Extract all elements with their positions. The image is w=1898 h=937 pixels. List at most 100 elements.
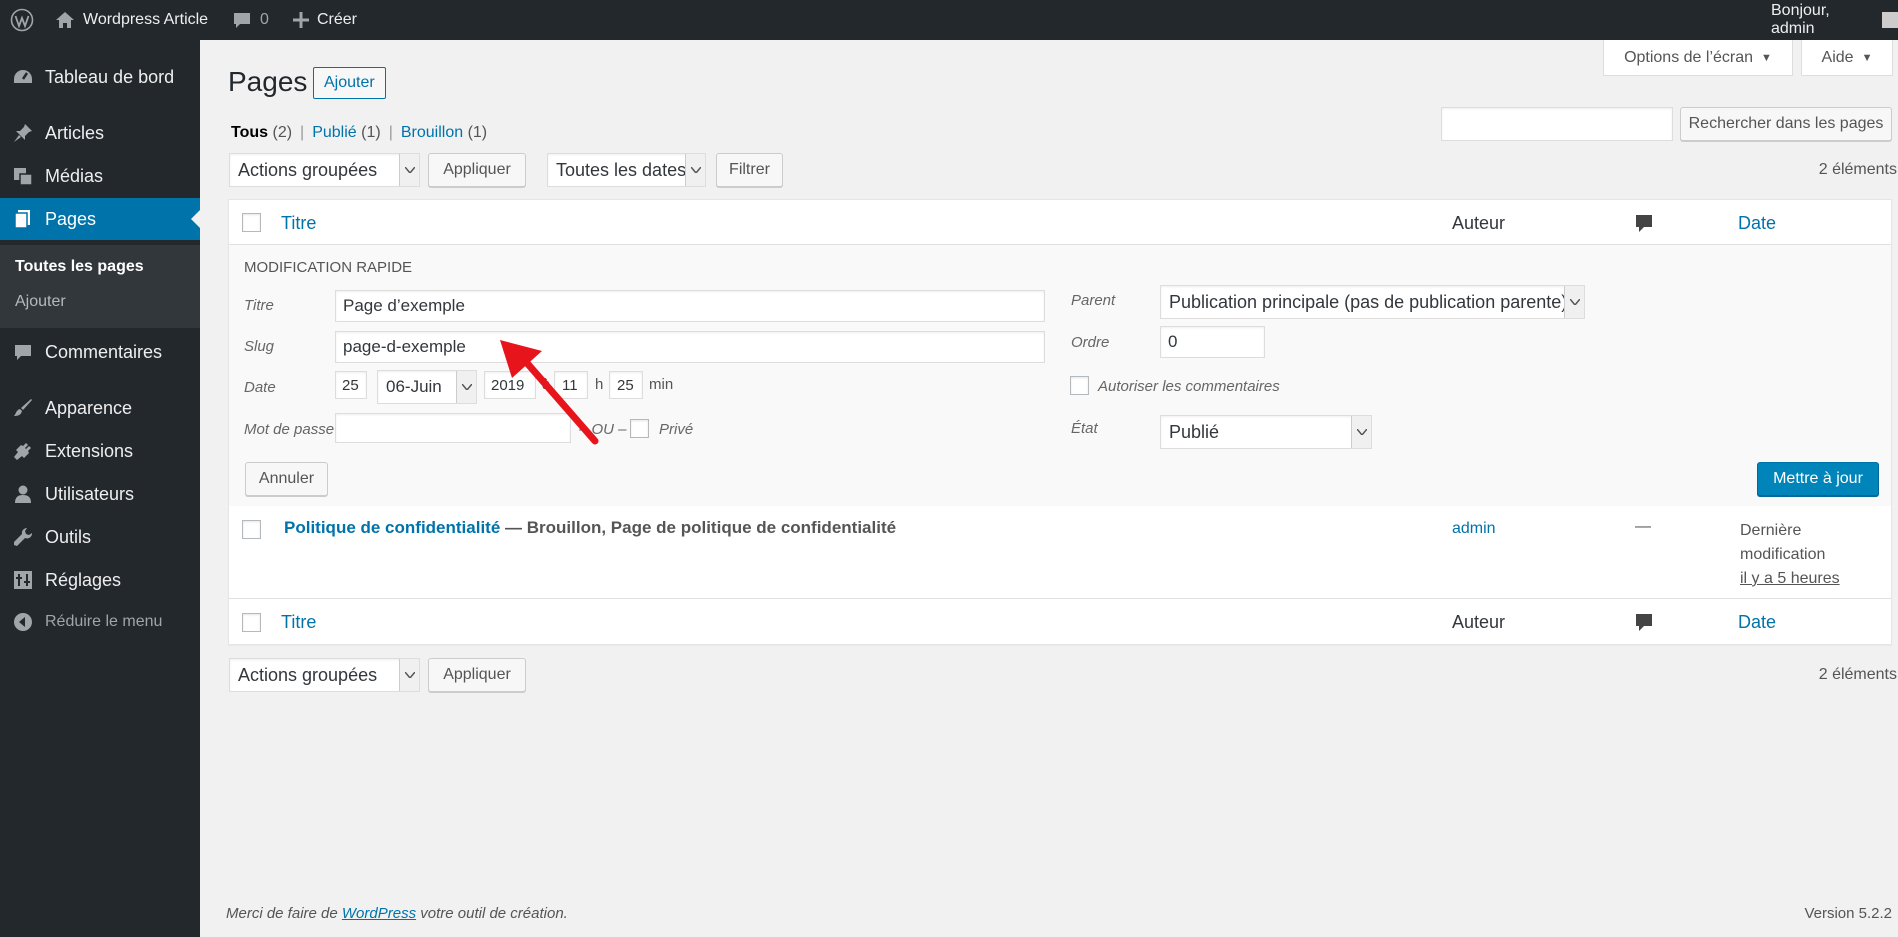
chevron-down-icon bbox=[685, 154, 705, 186]
menu-item-appearance[interactable]: Apparence bbox=[0, 387, 200, 429]
menu-label: Commentaires bbox=[45, 341, 163, 362]
apply-button-top[interactable]: Appliquer bbox=[428, 153, 526, 187]
title-input[interactable]: Page d’exemple bbox=[335, 290, 1045, 322]
avatar bbox=[1882, 12, 1898, 28]
pages-submenu: Toutes les pages Ajouter bbox=[0, 245, 200, 328]
update-button[interactable]: Mettre à jour bbox=[1757, 462, 1879, 496]
row-comments: — bbox=[1635, 518, 1651, 535]
submenu-add-page[interactable]: Ajouter bbox=[15, 293, 66, 311]
menu-item-settings[interactable]: Réglages bbox=[0, 559, 200, 601]
column-title-header[interactable]: Titre bbox=[281, 213, 316, 234]
status-select[interactable]: Publié bbox=[1160, 415, 1372, 449]
site-name: Wordpress Article bbox=[83, 11, 209, 28]
date-status-line1: Dernière bbox=[1740, 522, 1802, 539]
menu-item-tools[interactable]: Outils bbox=[0, 516, 200, 558]
month-select[interactable]: 06-Juin bbox=[377, 370, 477, 404]
admin-bar: Wordpress Article 0 Créer Bonjour, admin bbox=[0, 0, 1898, 40]
comments-count: 0 bbox=[260, 11, 269, 28]
date-relative: il y a 5 heures bbox=[1740, 570, 1840, 587]
row-author-link[interactable]: admin bbox=[1452, 520, 1496, 538]
slug-input[interactable]: page-d-exemple bbox=[335, 331, 1045, 363]
separator: | bbox=[300, 124, 305, 141]
menu-label: Médias bbox=[45, 165, 104, 186]
screen-options-button[interactable]: Options de l’écran ▼ bbox=[1603, 40, 1793, 76]
minute-input[interactable]: 25 bbox=[609, 371, 643, 399]
table-header-row: Titre Auteur Date bbox=[229, 200, 1891, 245]
new-content-link[interactable]: Créer bbox=[293, 0, 357, 40]
wordpress-link[interactable]: WordPress bbox=[342, 905, 416, 922]
add-new-page-button[interactable]: Ajouter bbox=[313, 67, 386, 99]
row-title-link[interactable]: Politique de confidentialité bbox=[284, 518, 500, 537]
bulk-actions-select-bottom[interactable]: Actions groupées bbox=[229, 658, 420, 692]
plugin-icon bbox=[0, 441, 45, 461]
quick-edit-panel: MODIFICATION RAPIDE Titre Page d’exemple… bbox=[229, 245, 1891, 506]
pages-table: Titre Auteur Date MODIFICATION RAPIDE Ti… bbox=[228, 199, 1892, 645]
column-date-header[interactable]: Date bbox=[1738, 213, 1776, 234]
help-button[interactable]: Aide ▼ bbox=[1801, 40, 1893, 76]
menu-label: Pages bbox=[45, 208, 97, 229]
chevron-down-icon bbox=[399, 659, 419, 691]
page-title: Pages bbox=[228, 66, 308, 97]
apply-button-bottom[interactable]: Appliquer bbox=[428, 658, 526, 692]
comment-icon bbox=[0, 342, 45, 362]
menu-label: Réglages bbox=[45, 569, 122, 590]
view-all-label: Tous bbox=[231, 124, 269, 141]
search-pages-button[interactable]: Rechercher dans les pages bbox=[1680, 107, 1892, 141]
private-checkbox[interactable] bbox=[630, 419, 649, 438]
table-row: Politique de confidentialité — Brouillon… bbox=[229, 506, 1891, 599]
parent-value: Publication principale (pas de publicati… bbox=[1169, 291, 1568, 312]
table-footer-row: Titre Auteur Date bbox=[229, 600, 1891, 645]
comments-link[interactable]: 0 bbox=[232, 0, 269, 40]
view-all[interactable]: Tous (2) bbox=[231, 124, 292, 142]
column-author-header: Auteur bbox=[1452, 213, 1506, 233]
submenu-all-pages[interactable]: Toutes les pages bbox=[15, 258, 144, 276]
row-checkbox[interactable] bbox=[242, 520, 261, 539]
bulk-actions-value: Actions groupées bbox=[238, 664, 378, 685]
plus-icon bbox=[293, 12, 309, 28]
comment-bubble-icon[interactable] bbox=[1635, 214, 1653, 239]
chevron-down-icon bbox=[399, 154, 419, 186]
site-home-link[interactable]: Wordpress Article bbox=[55, 0, 208, 40]
account-menu[interactable]: Bonjour, admin bbox=[1771, 0, 1898, 40]
parent-select[interactable]: Publication principale (pas de publicati… bbox=[1160, 285, 1585, 319]
menu-item-articles[interactable]: Articles bbox=[0, 112, 200, 154]
menu-label: Articles bbox=[45, 122, 105, 143]
order-input[interactable]: 0 bbox=[1160, 326, 1265, 358]
menu-label: Utilisateurs bbox=[45, 483, 135, 504]
view-drafts-label: Brouillon bbox=[400, 124, 464, 141]
select-all-checkbox[interactable] bbox=[242, 213, 261, 232]
menu-item-medias[interactable]: Médias bbox=[0, 155, 200, 197]
allow-comments-checkbox[interactable] bbox=[1070, 376, 1089, 395]
separator: | bbox=[388, 124, 393, 141]
view-drafts[interactable]: Brouillon (1) bbox=[401, 124, 487, 142]
menu-item-comments[interactable]: Commentaires bbox=[0, 331, 200, 373]
cancel-button[interactable]: Annuler bbox=[245, 462, 328, 496]
column-date-footer[interactable]: Date bbox=[1738, 612, 1776, 633]
filter-button[interactable]: Filtrer bbox=[716, 153, 783, 187]
screen-options-label: Options de l’écran bbox=[1624, 48, 1754, 66]
bulk-actions-select-top[interactable]: Actions groupées bbox=[229, 153, 420, 187]
view-published[interactable]: Publié (1) bbox=[312, 124, 381, 142]
greeting: Bonjour, admin bbox=[1771, 2, 1830, 37]
collapse-menu-button[interactable]: Réduire le menu bbox=[0, 601, 200, 643]
menu-item-extensions[interactable]: Extensions bbox=[0, 430, 200, 472]
triangle-down-icon: ▼ bbox=[1761, 51, 1772, 64]
select-all-checkbox-bottom[interactable] bbox=[242, 613, 261, 632]
dates-filter-select[interactable]: Toutes les dates bbox=[547, 153, 706, 187]
menu-item-dashboard[interactable]: Tableau de bord bbox=[0, 56, 200, 98]
column-author-footer: Auteur bbox=[1452, 612, 1506, 632]
annotation-arrow-icon bbox=[500, 340, 599, 445]
menu-item-users[interactable]: Utilisateurs bbox=[0, 473, 200, 515]
footer-thanks-suffix: votre outil de création. bbox=[420, 905, 568, 922]
order-label: Ordre bbox=[1071, 334, 1110, 351]
comment-bubble-icon[interactable] bbox=[1635, 613, 1653, 638]
row-title-cell: Politique de confidentialité — Brouillon… bbox=[284, 518, 896, 538]
footer-version: Version 5.2.2 bbox=[1804, 905, 1892, 922]
menu-item-pages[interactable]: Pages bbox=[0, 198, 200, 240]
wordpress-logo-icon[interactable] bbox=[10, 0, 34, 40]
day-input[interactable]: 25 bbox=[335, 371, 367, 399]
brush-icon bbox=[0, 398, 45, 418]
column-title-footer[interactable]: Titre bbox=[281, 612, 316, 633]
search-input[interactable] bbox=[1441, 107, 1673, 141]
settings-icon bbox=[0, 570, 45, 590]
